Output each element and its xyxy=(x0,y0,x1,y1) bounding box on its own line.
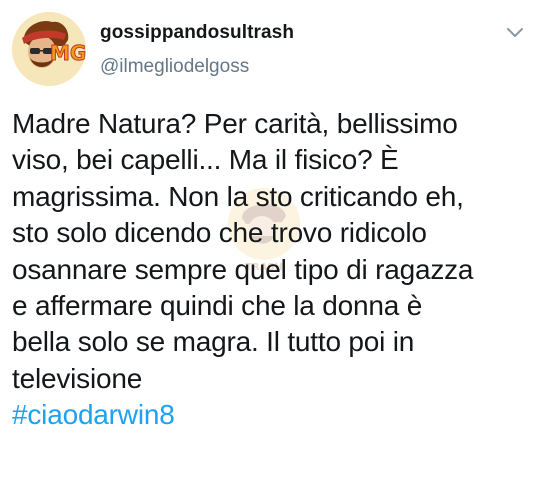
tweet-card: MG gossippandosultrash @ilmegliodelgoss … xyxy=(0,0,537,480)
tweet-line: viso, bei capelli... Ma il fisico? È xyxy=(12,144,399,176)
avatar[interactable]: MG xyxy=(12,12,86,86)
tweet-menu-button[interactable] xyxy=(505,26,525,40)
display-name[interactable]: gossippandosultrash xyxy=(100,22,294,44)
hashtag-link[interactable]: #ciaodarwin8 xyxy=(12,399,175,430)
tweet-line: sto solo dicendo che trovo ridicolo xyxy=(12,217,427,249)
tweet-line: Madre Natura? Per carità, bellissimo xyxy=(12,108,458,139)
tweet-line: magrissima. Non la sto criticando eh, xyxy=(12,180,464,212)
svg-text:MG: MG xyxy=(50,41,86,65)
tweet-body: Madre Natura? Per carità, bellissimo vis… xyxy=(12,106,527,434)
tweet-line: e affermare quindi che la donna è xyxy=(12,290,423,322)
tweet-line: televisione xyxy=(12,362,143,394)
chevron-down-icon xyxy=(507,28,523,37)
avatar-logo-icon: MG xyxy=(12,12,86,86)
tweet-line: bella solo se magra. Il tutto poi in xyxy=(12,326,415,358)
user-handle[interactable]: @ilmegliodelgoss xyxy=(100,56,249,78)
tweet-line: osannare sempre quel tipo di ragazza xyxy=(12,253,474,285)
